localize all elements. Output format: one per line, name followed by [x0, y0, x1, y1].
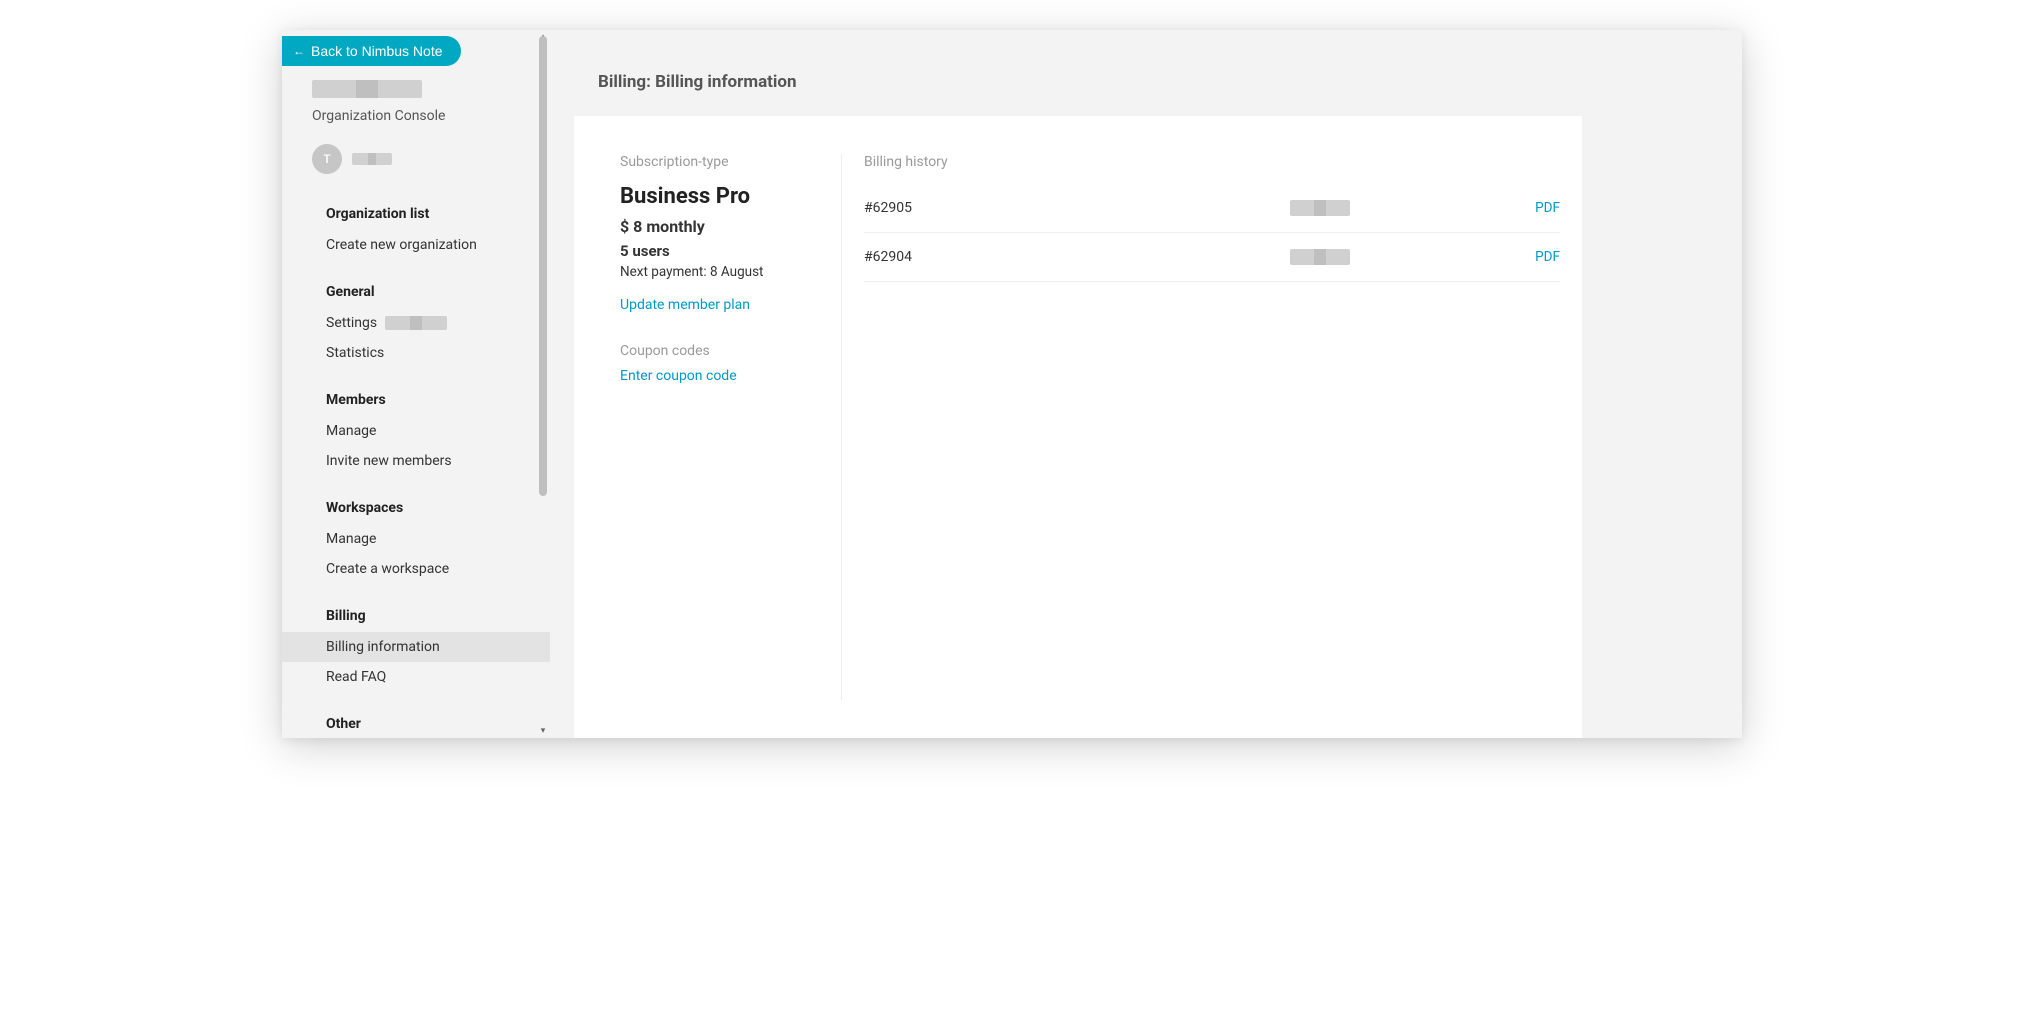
app-shell: ← Back to Nimbus Note Organization Conso… [282, 30, 1742, 738]
coupon-label: Coupon codes [620, 343, 821, 359]
sidebar-scrollbar[interactable]: ▴ ▾ [538, 34, 548, 734]
nav-label: Billing information [326, 639, 440, 655]
history-row: #62904 PDF [864, 233, 1560, 282]
nav-item-manage-workspaces[interactable]: Manage [282, 524, 550, 554]
avatar: T [312, 144, 342, 174]
nav-label: Read FAQ [326, 669, 386, 685]
pdf-download-link[interactable]: PDF [1535, 249, 1560, 265]
nav-section-general: General Settings Statistics [282, 266, 550, 374]
history-table: #62905 PDF #62904 PDF [864, 184, 1560, 282]
back-to-nimbus-button[interactable]: ← Back to Nimbus Note [282, 36, 461, 66]
nav-item-statistics[interactable]: Statistics [282, 338, 550, 368]
update-plan-link[interactable]: Update member plan [620, 297, 750, 313]
nav-heading-other: Other [282, 708, 550, 738]
history-column: Billing history #62905 PDF #62904 PDF [842, 154, 1560, 700]
nav-label: Manage [326, 531, 376, 547]
main-content: Billing: Billing information Subscriptio… [550, 30, 1742, 738]
avatar-letter: T [323, 152, 330, 166]
nav-section-members: Members Manage Invite new members [282, 374, 550, 482]
nav-heading-members: Members [282, 384, 550, 416]
billing-card: Subscription-type Business Pro $ 8 month… [574, 116, 1582, 738]
nav-heading-billing: Billing [282, 600, 550, 632]
history-id: #62905 [864, 200, 1104, 216]
nav-item-create-org[interactable]: Create new organization [282, 230, 550, 260]
subscription-type-label: Subscription-type [620, 154, 821, 170]
org-subtitle: Organization Console [312, 108, 534, 124]
nav-label: Manage [326, 423, 376, 439]
nav-item-settings[interactable]: Settings [282, 308, 550, 338]
nav-label: Settings [326, 315, 377, 331]
nav-heading-general: General [282, 276, 550, 308]
plan-name: Business Pro [620, 184, 821, 209]
nav-label: Create new organization [326, 237, 477, 253]
scrollbar-thumb[interactable] [539, 36, 547, 496]
history-middle-redacted [1290, 249, 1350, 265]
nav-label: Create a workspace [326, 561, 449, 577]
coupon-block: Coupon codes Enter coupon code [620, 343, 821, 384]
history-id: #62904 [864, 249, 1104, 265]
nav-section-org-list: Organization list Create new organizatio… [282, 188, 550, 266]
org-name-redacted [312, 80, 422, 98]
history-middle-redacted [1290, 200, 1350, 216]
subscription-column: Subscription-type Business Pro $ 8 month… [620, 154, 842, 700]
pdf-download-link[interactable]: PDF [1535, 200, 1560, 216]
nav-section-billing: Billing Billing information Read FAQ [282, 590, 550, 698]
enter-coupon-link[interactable]: Enter coupon code [620, 368, 737, 384]
nav-item-invite-members[interactable]: Invite new members [282, 446, 550, 476]
settings-suffix-redacted [385, 316, 447, 330]
back-label: Back to Nimbus Note [311, 43, 443, 59]
avatar-row[interactable]: T [282, 134, 550, 188]
arrow-left-icon: ← [293, 44, 305, 58]
scroll-down-icon: ▾ [538, 726, 548, 736]
plan-users: 5 users [620, 242, 821, 260]
sidebar: ← Back to Nimbus Note Organization Conso… [282, 30, 550, 738]
nav-section-other: Other [282, 698, 550, 738]
nav-item-create-workspace[interactable]: Create a workspace [282, 554, 550, 584]
nav-label: Invite new members [326, 453, 452, 469]
org-block: Organization Console [282, 66, 550, 134]
nav-item-read-faq[interactable]: Read FAQ [282, 662, 550, 692]
plan-price: $ 8 monthly [620, 217, 821, 236]
nav-label: Statistics [326, 345, 384, 361]
billing-history-label: Billing history [864, 154, 1560, 170]
history-row: #62905 PDF [864, 184, 1560, 233]
nav-heading-org-list: Organization list [282, 198, 550, 230]
username-redacted [352, 153, 392, 165]
nav-item-billing-info[interactable]: Billing information [282, 632, 550, 662]
next-payment: Next payment: 8 August [620, 264, 821, 280]
nav-section-workspaces: Workspaces Manage Create a workspace [282, 482, 550, 590]
page-title: Billing: Billing information [550, 30, 1742, 116]
nav-heading-workspaces: Workspaces [282, 492, 550, 524]
nav-item-manage-members[interactable]: Manage [282, 416, 550, 446]
